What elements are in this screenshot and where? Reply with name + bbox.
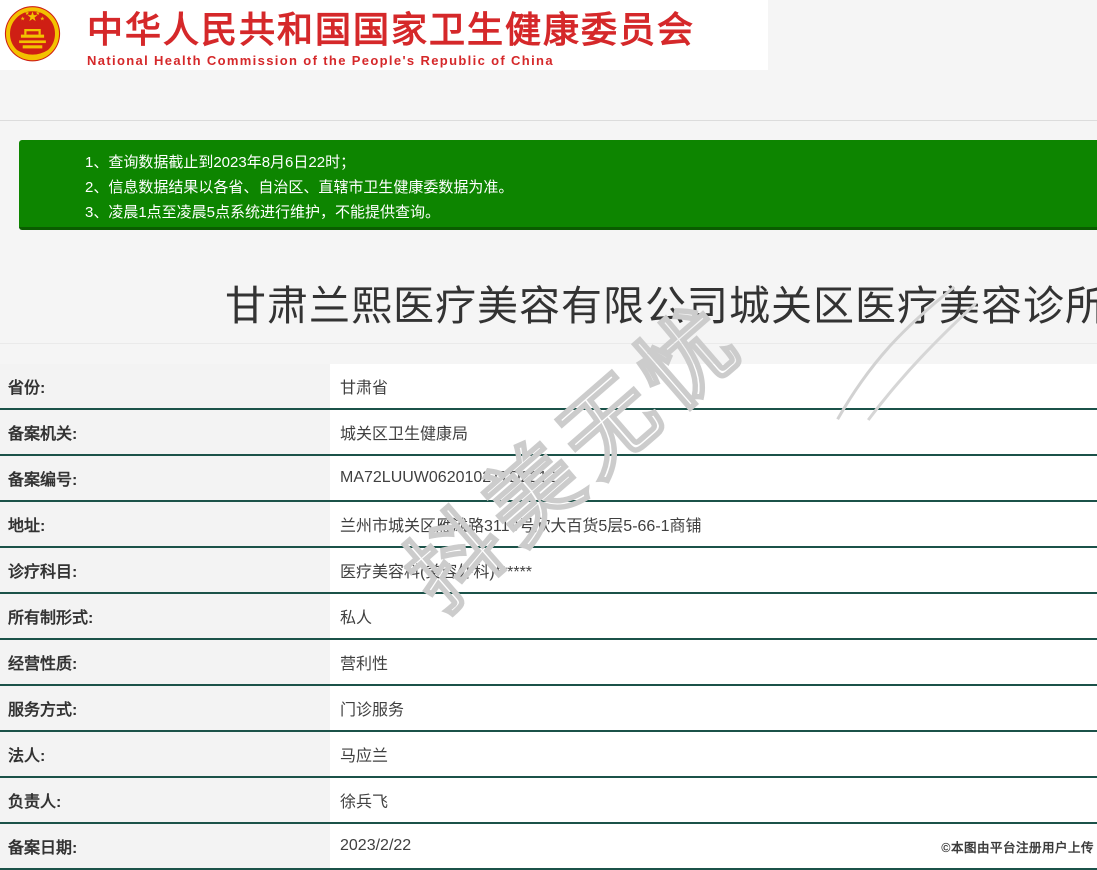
table-row: 备案编号: MA72LUUW062010217D2212 [0, 456, 1097, 502]
notice-line-2: 2、信息数据结果以各省、自治区、直辖市卫生健康委数据为准。 [85, 179, 514, 196]
field-value: 营利性 [330, 640, 1097, 684]
field-value: 徐兵飞 [330, 778, 1097, 822]
site-title-english: National Health Commission of the People… [87, 53, 554, 68]
field-value: 甘肃省 [330, 364, 1097, 408]
site-title-chinese: 中华人民共和国国家卫生健康委员会 [87, 9, 696, 50]
table-row: 法人: 马应兰 [0, 732, 1097, 778]
field-label: 诊疗科目: [0, 548, 330, 592]
field-label: 服务方式: [0, 686, 330, 730]
table-row: 备案日期: 2023/2/22 [0, 824, 1097, 870]
table-row: 服务方式: 门诊服务 [0, 686, 1097, 732]
field-value: 兰州市城关区雁滩路3113号欣大百货5层5-66-1商铺 [330, 502, 1097, 546]
field-label: 省份: [0, 364, 330, 408]
header-divider [0, 120, 1097, 121]
field-label: 备案编号: [0, 456, 330, 500]
table-row: 地址: 兰州市城关区雁滩路3113号欣大百货5层5-66-1商铺 [0, 502, 1097, 548]
notice-line-1: 1、查询数据截止到2023年8月6日22时； [85, 154, 356, 171]
notice-banner: 1、查询数据截止到2023年8月6日22时； 2、信息数据结果以各省、自治区、直… [19, 140, 1097, 230]
table-row: 备案机关: 城关区卫生健康局 [0, 410, 1097, 456]
record-table: 省份: 甘肃省 备案机关: 城关区卫生健康局 备案编号: MA72LUUW062… [0, 364, 1097, 870]
institution-title: 甘肃兰熙医疗美容有限公司城关区医疗美容诊所 [225, 283, 1097, 329]
field-label: 法人: [0, 732, 330, 776]
table-row: 所有制形式: 私人 [0, 594, 1097, 640]
section-divider [0, 343, 1097, 344]
header-titles: 中华人民共和国国家卫生健康委员会 National Health Commiss… [87, 0, 696, 69]
field-value: 城关区卫生健康局 [330, 410, 1097, 454]
field-value: 门诊服务 [330, 686, 1097, 730]
site-header: 中华人民共和国国家卫生健康委员会 National Health Commiss… [0, 0, 768, 70]
field-value: MA72LUUW062010217D2212 [330, 456, 1097, 500]
copyright-note: ©本图由平台注册用户上传 [941, 841, 1094, 855]
notice-line-3: 3、凌晨1点至凌晨5点系统进行维护，不能提供查询。 [85, 204, 441, 221]
field-label: 经营性质: [0, 640, 330, 684]
table-row: 经营性质: 营利性 [0, 640, 1097, 686]
field-value: 私人 [330, 594, 1097, 638]
field-value: 医疗美容科(美容外科)****** [330, 548, 1097, 592]
field-label: 备案日期: [0, 824, 330, 868]
field-label: 备案机关: [0, 410, 330, 454]
table-row: 诊疗科目: 医疗美容科(美容外科)****** [0, 548, 1097, 594]
field-label: 负责人: [0, 778, 330, 822]
table-row: 负责人: 徐兵飞 [0, 778, 1097, 824]
field-label: 地址: [0, 502, 330, 546]
national-emblem-icon [4, 6, 61, 62]
table-row: 省份: 甘肃省 [0, 364, 1097, 410]
field-value: 马应兰 [330, 732, 1097, 776]
field-label: 所有制形式: [0, 594, 330, 638]
